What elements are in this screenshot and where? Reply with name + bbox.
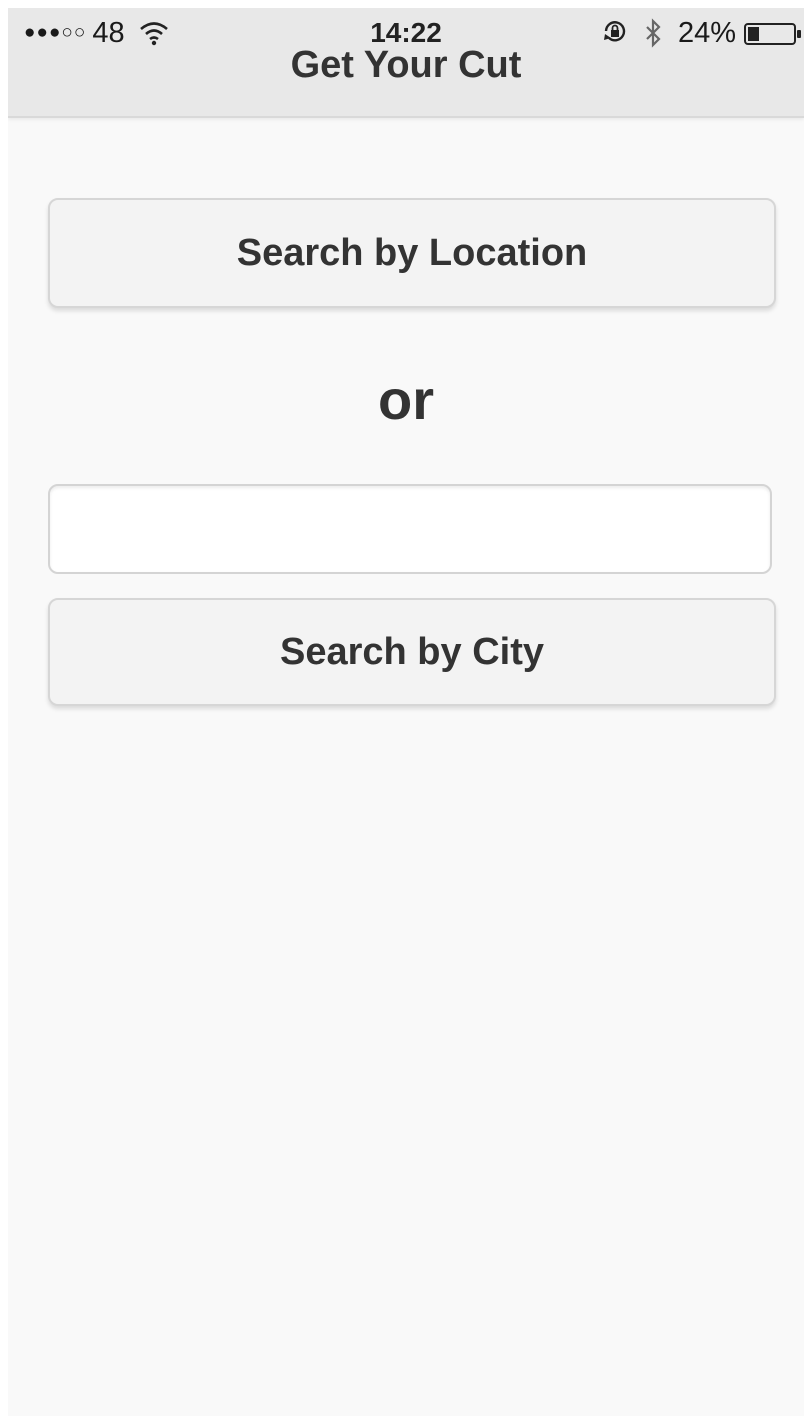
- header-bar: ●●●○○ 48 14:22 24% Get Your Cut: [8, 8, 804, 118]
- city-search-input[interactable]: [48, 484, 772, 574]
- search-by-city-button[interactable]: Search by City: [48, 598, 776, 706]
- app-screen: ●●●○○ 48 14:22 24% Get Your Cut Search b…: [8, 8, 804, 1416]
- page-title: Get Your Cut: [290, 44, 522, 86]
- or-separator: or: [378, 368, 434, 431]
- search-by-location-button[interactable]: Search by Location: [48, 198, 776, 308]
